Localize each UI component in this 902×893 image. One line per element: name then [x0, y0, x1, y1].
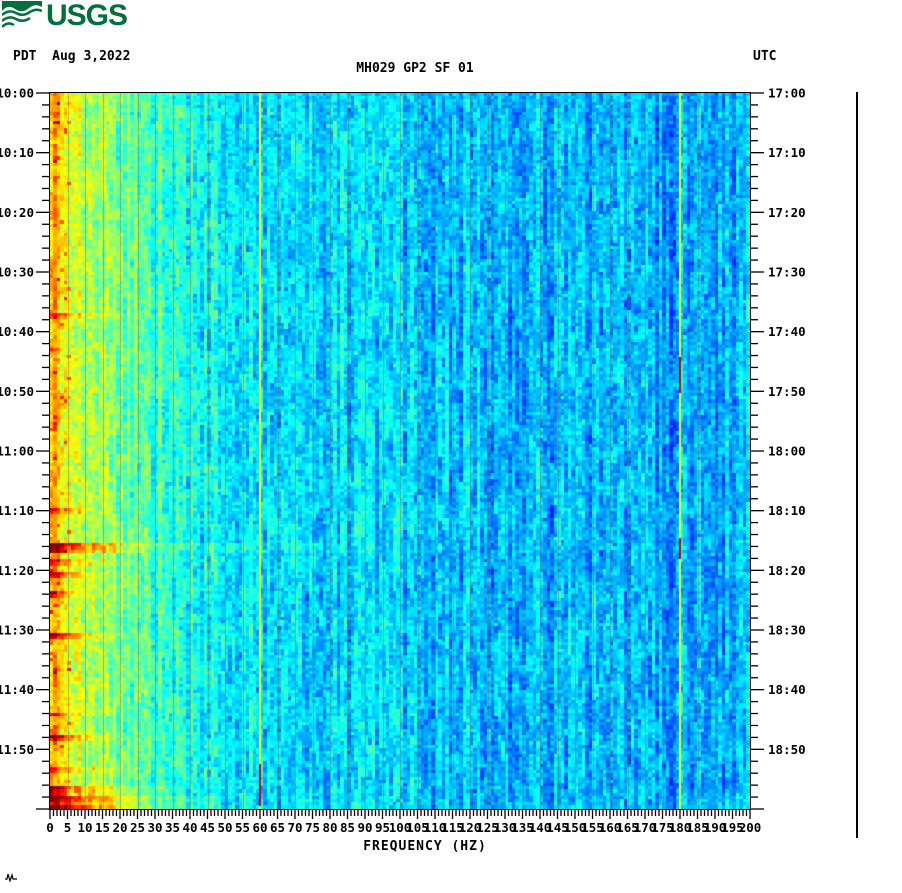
right-time-tick-label: 18:50	[768, 742, 806, 757]
left-time-tick-label: 10:30	[0, 265, 34, 280]
right-time-tick-label: 18:40	[768, 682, 806, 697]
right-time-tick-label: 17:00	[768, 86, 806, 101]
freq-tick-label: 60	[252, 820, 267, 835]
right-time-tick-label: 17:10	[768, 145, 806, 160]
left-time-tick-label: 10:40	[0, 324, 34, 339]
amplitude-scale-bar	[856, 92, 858, 838]
freq-tick-label: 70	[287, 820, 302, 835]
left-time-tick-label: 11:10	[0, 503, 34, 518]
left-time-tick-label: 10:20	[0, 205, 34, 220]
right-time-tick-label: 18:30	[768, 623, 806, 638]
left-time-tick-label: 11:40	[0, 682, 34, 697]
x-axis-title: FREQUENCY (HZ)	[363, 839, 487, 854]
spectrogram-page: USGS MH029 GP2 SF 01 (SAFOD Main Hole Po…	[0, 0, 902, 893]
freq-tick-label: 45	[200, 820, 215, 835]
freq-tick-label: 35	[165, 820, 180, 835]
freq-tick-label: 55	[235, 820, 250, 835]
right-time-tick-label: 18:10	[768, 503, 806, 518]
left-time-tick-label: 11:50	[0, 742, 34, 757]
freq-tick-label: 5	[64, 820, 72, 835]
freq-tick-label: 65	[270, 820, 285, 835]
freq-tick-label: 15	[95, 820, 110, 835]
left-time-tick-label: 11:20	[0, 563, 34, 578]
freq-tick-label: 10	[77, 820, 92, 835]
left-time-tick-label: 11:00	[0, 444, 34, 459]
freq-tick-label: 90	[357, 820, 372, 835]
right-time-tick-label: 17:20	[768, 205, 806, 220]
freq-tick-label: 75	[305, 820, 320, 835]
right-time-tick-label: 18:00	[768, 444, 806, 459]
freq-tick-label: 20	[112, 820, 127, 835]
right-time-tick-label: 18:20	[768, 563, 806, 578]
freq-tick-label: 0	[46, 820, 54, 835]
freq-tick-label: 200	[739, 820, 762, 835]
axes-ticks-and-labels: 10:00 10:10 10:20 10:30 10:40 10:50 11:00 11:10…	[0, 86, 806, 836]
right-time-tick-label: 17:50	[768, 384, 806, 399]
freq-tick-label: 85	[340, 820, 355, 835]
left-time-tick-label: 10:00	[0, 86, 34, 101]
left-time-tick-label: 11:30	[0, 623, 34, 638]
freq-tick-label: 25	[130, 820, 145, 835]
freq-tick-label: 30	[147, 820, 162, 835]
left-time-tick-label: 10:50	[0, 384, 34, 399]
freq-tick-label: 80	[322, 820, 337, 835]
mini-waveform-icon	[5, 872, 19, 884]
right-time-tick-label: 17:30	[768, 265, 806, 280]
freq-tick-label: 40	[182, 820, 197, 835]
left-time-tick-label: 10:10	[0, 145, 34, 160]
freq-tick-label: 50	[217, 820, 232, 835]
right-time-tick-label: 17:40	[768, 324, 806, 339]
